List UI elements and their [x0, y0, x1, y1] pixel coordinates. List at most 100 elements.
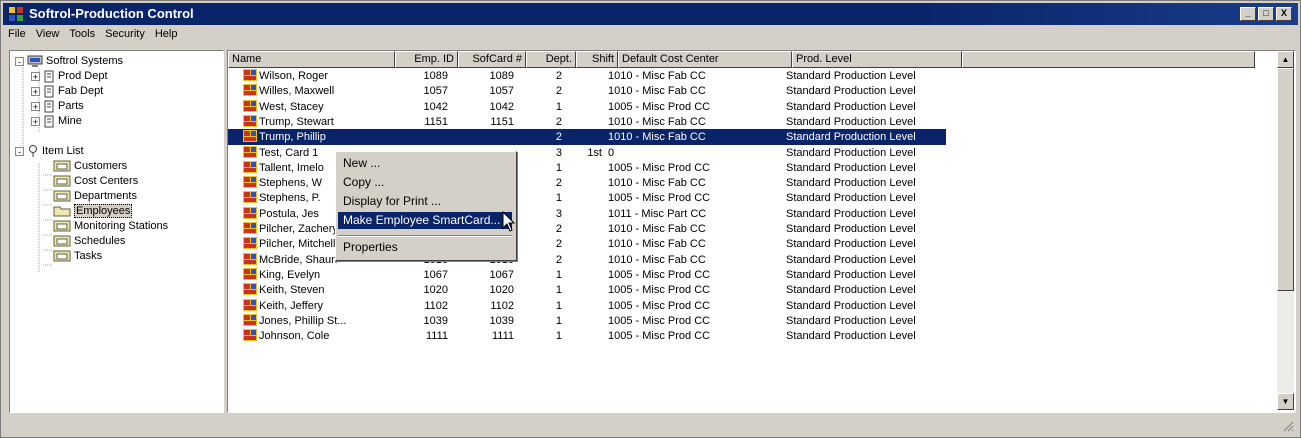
cell-dept: 2 — [520, 129, 568, 146]
menu-item-copy[interactable]: Copy ... — [338, 174, 512, 191]
menu-help[interactable]: Help — [150, 26, 183, 44]
table-row[interactable]: Wilson, Roger 1089 1089 2 1010 - Misc Fab CC… — [228, 68, 978, 84]
tree-node-label: Monitoring Stations — [74, 220, 169, 232]
tree-node-employees[interactable]: Employees — [53, 204, 133, 218]
collapse-icon[interactable]: - — [15, 56, 24, 66]
tree-node-label: Fab Dept — [58, 85, 104, 97]
cell-dept: 1 — [555, 284, 562, 297]
vertical-scrollbar[interactable]: ▲ ▼ — [1277, 51, 1294, 410]
column-header-dept[interactable]: Dept. — [526, 51, 576, 68]
employee-name: Keith, Steven — [259, 284, 325, 297]
employee-name: Stephens, W — [259, 177, 322, 190]
table-row[interactable]: Keith, Steven 1020 1020 1 1005 - Misc Prod C… — [228, 282, 978, 298]
cell-dept: 3 — [555, 207, 562, 220]
cell-dept: 2 — [555, 70, 562, 82]
table-row[interactable]: West, Stacey 1042 1042 1 1005 - Misc Prod CC… — [228, 99, 978, 115]
cell-sofcard: 1042 — [489, 100, 514, 113]
folder-icon — [44, 100, 54, 112]
tree-node-label: Prod Dept — [58, 70, 108, 82]
scroll-down-button[interactable]: ▼ — [1277, 393, 1294, 410]
column-header-cost-center[interactable]: Default Cost Center — [618, 51, 792, 68]
cell-sofcard: 1057 — [489, 85, 514, 98]
close-button[interactable]: X — [1276, 7, 1292, 21]
expand-icon[interactable]: + — [31, 116, 40, 126]
scroll-up-button[interactable]: ▲ — [1277, 51, 1294, 68]
menu-item-new[interactable]: New ... — [338, 155, 512, 172]
cell-prod-level: Standard Production Level — [786, 268, 916, 281]
menu-tools[interactable]: Tools — [64, 26, 100, 44]
cell-sofcard: 1102 — [490, 299, 514, 312]
table-row[interactable]: Willes, Maxwell 1057 1057 2 1010 - Misc Fab … — [228, 83, 978, 99]
menu-item-properties[interactable]: Properties — [338, 239, 512, 256]
cell-shift — [568, 83, 608, 99]
tree-node-departments[interactable]: Departments — [53, 189, 137, 203]
cell-prod-level: Standard Production Level — [786, 100, 916, 113]
minimize-button[interactable]: _ — [1240, 7, 1256, 21]
tree-node-prod-dept[interactable]: + Prod Dept — [31, 69, 108, 83]
table-row[interactable]: Trump, Stewart 1151 1151 2 1010 - Misc Fab C… — [228, 114, 978, 130]
cell-shift — [568, 298, 608, 314]
tree-node-label: Customers — [74, 160, 128, 172]
cell-emp-id: 1089 — [423, 70, 448, 82]
cell-cost-center: 1005 - Misc Prod CC — [608, 100, 711, 113]
maximize-button[interactable]: □ — [1258, 7, 1274, 21]
resize-grip-icon[interactable] — [1282, 420, 1294, 432]
tree-node-label: Departments — [74, 190, 137, 202]
table-row[interactable]: Johnson, Cole 1111 1111 1 1005 - Misc Prod C… — [228, 328, 978, 344]
menu-view[interactable]: View — [31, 26, 65, 44]
menu-item-display-for-print[interactable]: Display for Print ... — [338, 193, 512, 210]
employee-name: West, Stacey — [259, 100, 324, 113]
table-row[interactable]: King, Evelyn 1067 1067 1 1005 - Misc Prod CC… — [228, 267, 978, 283]
cell-emp-id: 1020 — [423, 284, 448, 297]
mouse-pointer-icon — [502, 211, 516, 232]
column-header-shift[interactable]: Shift — [576, 51, 618, 68]
cell-prod-level: Standard Production Level — [780, 129, 946, 146]
list-folder-icon — [53, 220, 71, 232]
cell-name: West, Stacey — [228, 99, 393, 115]
table-row[interactable]: Jones, Phillip St... 1039 1039 1 1005 - Misc… — [228, 313, 978, 329]
menu-security[interactable]: Security — [100, 26, 150, 44]
tree-node-schedules[interactable]: Schedules — [53, 234, 125, 248]
employee-card-icon — [243, 176, 257, 189]
tree-node-item-list[interactable]: - Item List — [15, 144, 84, 158]
table-row[interactable]: Trump, Phillip 2 1010 - Misc Fab CC Standar… — [228, 129, 978, 146]
cell-cost-center: 1005 - Misc Prod CC — [608, 268, 711, 281]
context-menu: New ... Copy ... Display for Print ... M… — [335, 151, 517, 261]
cell-shift — [568, 221, 608, 237]
cell-shift — [568, 282, 608, 298]
navigation-tree[interactable]: - Softrol Systems + Prod Dept + Fab Dept… — [9, 50, 224, 413]
column-header-sofcard[interactable]: SofCard # — [458, 51, 526, 68]
title-bar[interactable]: Softrol-Production Control _ □ X — [3, 3, 1298, 25]
tree-node-tasks[interactable]: Tasks — [53, 249, 102, 263]
list-folder-icon — [53, 190, 71, 202]
tree-node-softrol-systems[interactable]: - Softrol Systems — [15, 54, 123, 68]
cell-emp-id: 1039 — [423, 314, 448, 327]
cell-dept: 2 — [555, 115, 562, 128]
cell-prod-level: Standard Production Level — [786, 253, 916, 266]
table-row[interactable]: Keith, Jeffery 1102 1102 1 1005 - Misc Prod … — [228, 298, 978, 314]
tree-node-cost-centers[interactable]: Cost Centers — [53, 174, 138, 188]
cell-shift — [568, 236, 608, 252]
status-bar — [3, 414, 1298, 435]
cell-cost-center: 1005 - Misc Prod CC — [608, 161, 711, 174]
cell-emp-id: 1067 — [423, 268, 448, 281]
cell-cost-center: 1005 - Misc Prod CC — [608, 192, 711, 205]
column-header-prod-level[interactable]: Prod. Level — [792, 51, 962, 68]
column-header-name[interactable]: Name — [228, 51, 395, 68]
expand-icon[interactable]: + — [31, 71, 40, 81]
tree-node-monitoring-stations[interactable]: Monitoring Stations — [53, 219, 168, 233]
expand-icon[interactable]: + — [31, 86, 40, 96]
collapse-icon[interactable]: - — [15, 146, 24, 156]
menu-file[interactable]: File — [3, 26, 31, 44]
tree-node-fab-dept[interactable]: + Fab Dept — [31, 84, 103, 98]
scroll-thumb[interactable] — [1277, 68, 1294, 291]
menu-item-make-employee-smartcard[interactable]: Make Employee SmartCard... — [338, 212, 512, 229]
column-header-emp-id[interactable]: Emp. ID — [395, 51, 458, 68]
employee-name: Trump, Phillip — [259, 131, 326, 144]
tree-node-parts[interactable]: + Parts — [31, 99, 84, 113]
employee-name: Postula, Jes — [259, 207, 319, 220]
tree-node-label: Schedules — [74, 235, 126, 247]
tree-node-mine[interactable]: + Mine — [31, 114, 82, 128]
tree-node-customers[interactable]: Customers — [53, 159, 127, 173]
expand-icon[interactable]: + — [31, 101, 40, 111]
